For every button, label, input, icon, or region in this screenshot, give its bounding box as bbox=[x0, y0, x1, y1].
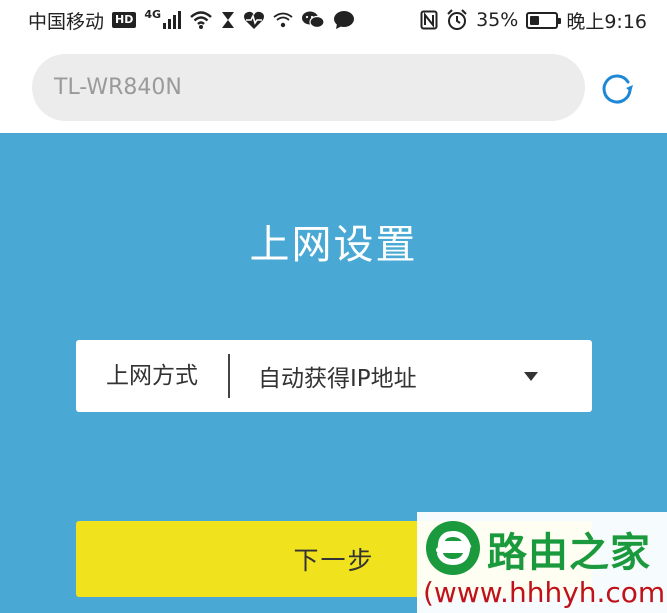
battery-icon bbox=[526, 11, 562, 29]
watermark-logo-icon bbox=[426, 521, 480, 575]
page-title: 上网设置 bbox=[249, 222, 418, 268]
heart-rate-icon bbox=[244, 11, 265, 30]
wifi-icon bbox=[190, 11, 212, 29]
watermark-brand: 路由之家 bbox=[487, 530, 651, 576]
connection-type-value[interactable]: 自动获得IP地址 bbox=[230, 359, 524, 393]
signal-icon bbox=[163, 11, 182, 29]
url-input[interactable]: TL-WR840N bbox=[32, 54, 585, 121]
dropdown-arrow-icon[interactable] bbox=[524, 371, 538, 381]
wifi-sharing-icon bbox=[273, 12, 293, 28]
watermark-url: (www.hhhyh.com) bbox=[423, 576, 667, 609]
message-icon bbox=[334, 11, 355, 29]
wechat-icon bbox=[302, 11, 325, 29]
status-bar-left: 中国移动 HD 4G bbox=[28, 7, 355, 34]
battery-fill bbox=[530, 15, 539, 25]
nfc-icon bbox=[420, 10, 438, 30]
hourglass-icon bbox=[222, 12, 235, 28]
status-bar: 中国移动 HD 4G 35% 晚上9:16 bbox=[0, 0, 667, 40]
browser-address-bar: TL-WR840N bbox=[0, 40, 667, 133]
clock-time: 晚上9:16 bbox=[566, 10, 647, 33]
connection-type-label: 上网方式 bbox=[76, 354, 230, 398]
reload-icon[interactable] bbox=[599, 70, 635, 106]
hd-badge: HD bbox=[112, 12, 137, 28]
alarm-icon bbox=[447, 9, 467, 30]
carrier-name: 中国移动 bbox=[28, 10, 105, 33]
watermark: 路由之家 (www.hhhyh.com) bbox=[417, 512, 667, 613]
network-type: 4G bbox=[144, 7, 162, 21]
battery-percent: 35% bbox=[476, 9, 519, 31]
status-bar-right: 35% 晚上9:16 bbox=[420, 7, 647, 34]
connection-type-select[interactable]: 上网方式 自动获得IP地址 bbox=[76, 340, 592, 412]
